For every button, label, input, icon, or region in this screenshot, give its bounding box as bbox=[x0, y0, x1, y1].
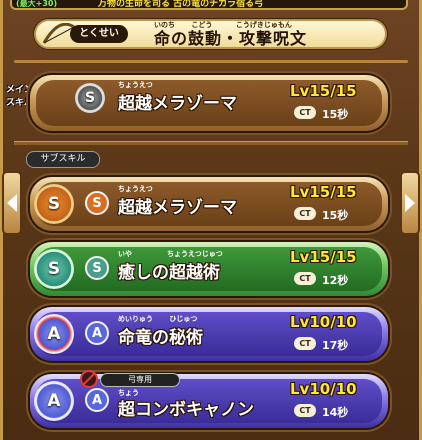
main-skill-card[interactable]: S ちょうえつ 超越メラゾーマ Lv15/15 CT 15秒 bbox=[30, 75, 388, 131]
tokusei-title: 命の鼓動・攻撃呪文 bbox=[154, 29, 308, 48]
sub-skill-tab[interactable]: サブスキル bbox=[26, 151, 100, 168]
restriction-icon bbox=[80, 370, 98, 388]
skill-type-s-icon: S bbox=[75, 83, 105, 113]
skill-type-s-icon: S bbox=[85, 191, 109, 215]
ct-badge: CT bbox=[294, 404, 316, 417]
weapon-description: 万物の生命を司る 古の竜のチカラ宿る弓 bbox=[98, 0, 264, 9]
skill-level: Lv15/15 bbox=[290, 82, 357, 100]
tokusei-banner[interactable]: とくせい いのち こどう こうげきじゅもん 命の鼓動・攻撃呪文 bbox=[34, 19, 387, 49]
ct-badge: CT bbox=[294, 207, 316, 220]
left-arrow-icon bbox=[7, 194, 17, 212]
sub-skill-card-3[interactable]: A A めいりゅう ひじゅつ 命竜の秘術 Lv10/10 CT 17秒 bbox=[30, 307, 388, 361]
divider bbox=[14, 60, 408, 63]
skill-name: 超越メラゾーマ bbox=[118, 94, 237, 114]
bow-only-tag: 弓専用 bbox=[100, 373, 180, 387]
prev-arrow-button[interactable] bbox=[2, 171, 22, 235]
ct-badge: CT bbox=[294, 106, 316, 119]
skill-type-a-emblem-icon: A bbox=[34, 314, 74, 354]
sub-skill-card-1[interactable]: S S ちょうえつ 超越メラゾーマ Lv15/15 CT 15秒 bbox=[30, 177, 388, 231]
skill-type-a-emblem-icon: A bbox=[34, 381, 74, 421]
skill-name: 超コンボキャノン bbox=[118, 400, 254, 420]
skill-level: Lv15/15 bbox=[290, 248, 357, 266]
skill-type-a-icon: A bbox=[85, 388, 109, 412]
skill-type-s-icon: S bbox=[85, 256, 109, 280]
skill-name: 癒しの超越術 bbox=[118, 263, 220, 283]
next-arrow-button[interactable] bbox=[400, 171, 420, 235]
divider bbox=[14, 141, 408, 145]
skill-type-s-emblem-icon: S bbox=[34, 249, 74, 289]
ct-value: 15秒 bbox=[322, 108, 349, 121]
ct-value: 17秒 bbox=[322, 339, 349, 352]
ct-value: 12秒 bbox=[322, 274, 349, 287]
skill-type-a-icon: A bbox=[85, 321, 109, 345]
skill-name: 命竜の秘術 bbox=[118, 328, 203, 348]
ct-value: 14秒 bbox=[322, 406, 349, 419]
ct-badge: CT bbox=[294, 337, 316, 350]
sub-skill-card-2[interactable]: S S いや ちょうえつじゅつ 癒しの超越術 Lv15/15 CT 12秒 bbox=[30, 242, 388, 296]
tokusei-label: とくせい bbox=[70, 25, 128, 43]
bonus-label: (最大+30) bbox=[16, 0, 58, 8]
skill-name: 超越メラゾーマ bbox=[118, 198, 237, 218]
ct-value: 15秒 bbox=[322, 209, 349, 222]
skill-level: Lv10/10 bbox=[290, 380, 357, 398]
weapon-description-bar: (最大+30) 万物の生命を司る 古の竜のチカラ宿る弓 bbox=[10, 0, 408, 10]
skill-type-s-emblem-icon: S bbox=[34, 184, 74, 224]
ct-badge: CT bbox=[294, 272, 316, 285]
skill-level: Lv10/10 bbox=[290, 313, 357, 331]
right-arrow-icon bbox=[405, 194, 415, 212]
skill-level: Lv15/15 bbox=[290, 183, 357, 201]
